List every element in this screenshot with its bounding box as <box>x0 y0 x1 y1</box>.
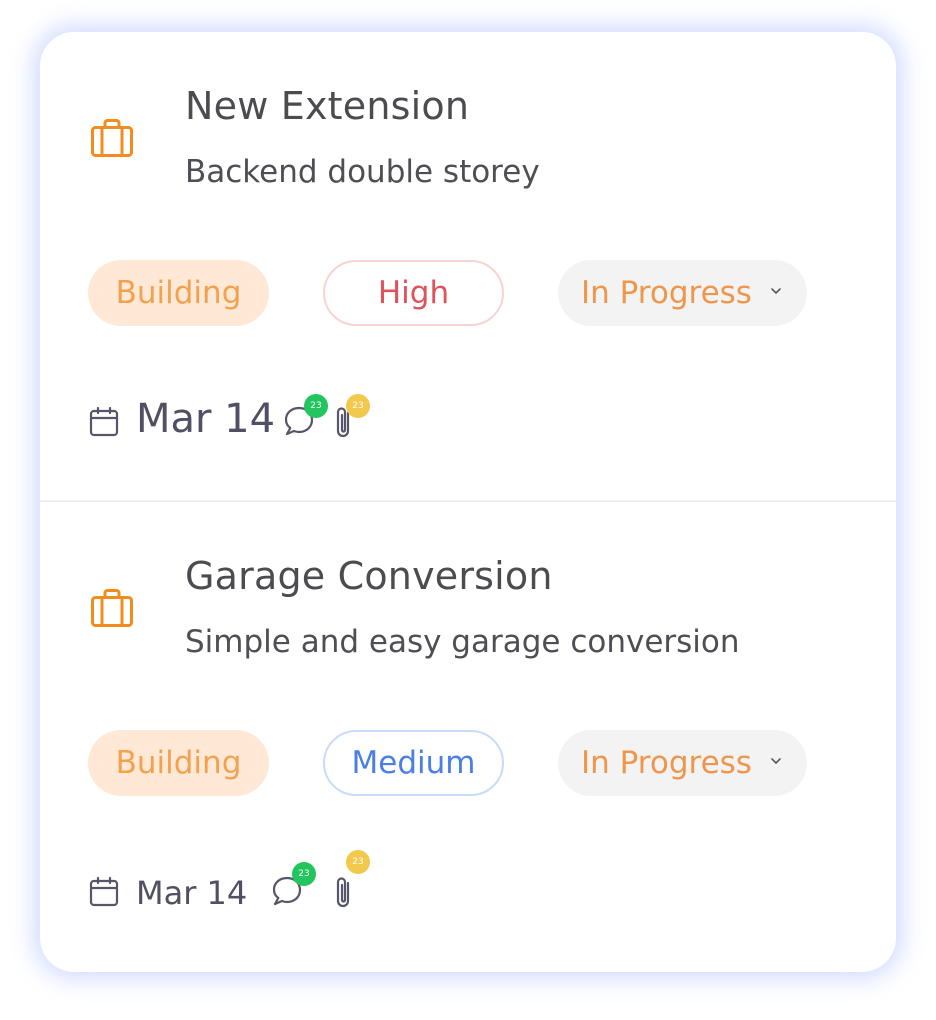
task-item[interactable]: New Extension Backend double storey Buil… <box>40 32 896 502</box>
comment-count-badge: 23 <box>304 394 328 418</box>
task-subtitle: Simple and easy garage conversion <box>185 624 740 660</box>
due-date: Mar 14 <box>136 874 248 912</box>
comment-count-badge: 23 <box>292 862 316 886</box>
status-label: In Progress <box>581 745 752 781</box>
category-tag[interactable]: Building <box>88 260 269 326</box>
task-meta: Mar 14 23 23 <box>88 392 488 452</box>
calendar-icon <box>89 876 119 907</box>
chevron-down-icon <box>771 758 781 764</box>
task-item[interactable]: Garage Conversion Simple and easy garage… <box>40 502 896 972</box>
attachment-count-badge: 23 <box>346 850 370 874</box>
paperclip-icon[interactable] <box>331 874 357 912</box>
task-subtitle: Backend double storey <box>185 154 540 190</box>
chevron-down-icon <box>771 288 781 294</box>
due-date: Mar 14 <box>136 396 276 442</box>
briefcase-icon <box>91 589 133 627</box>
task-list-card: New Extension Backend double storey Buil… <box>40 32 896 972</box>
task-title: New Extension <box>185 84 470 128</box>
category-tag[interactable]: Building <box>88 730 269 796</box>
status-dropdown[interactable]: In Progress <box>558 260 807 326</box>
status-dropdown[interactable]: In Progress <box>558 730 807 796</box>
briefcase-icon <box>91 119 133 157</box>
task-title: Garage Conversion <box>185 554 553 598</box>
attachment-count-badge: 23 <box>346 394 370 418</box>
priority-tag[interactable]: Medium <box>323 730 504 796</box>
priority-tag[interactable]: High <box>323 260 504 326</box>
calendar-icon <box>89 406 119 437</box>
status-label: In Progress <box>581 275 752 311</box>
task-meta: Mar 14 23 23 <box>88 850 488 922</box>
